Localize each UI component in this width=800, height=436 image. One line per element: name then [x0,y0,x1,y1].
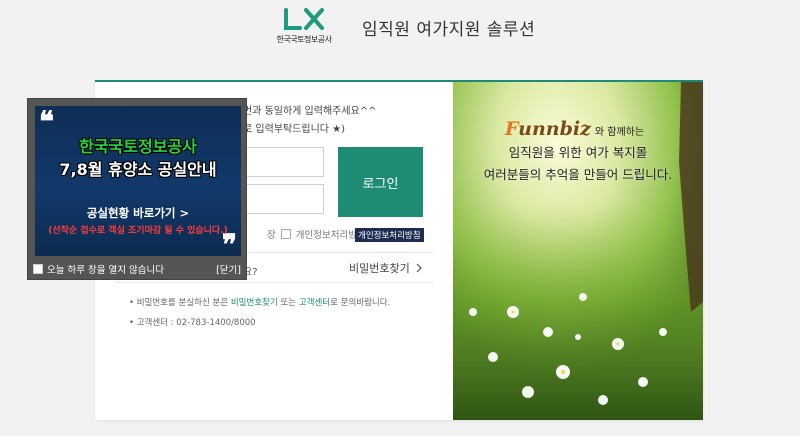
popup-title-1: 한국국토정보공사 [79,137,197,156]
privacy-checkbox[interactable] [280,229,291,239]
id-input[interactable] [242,147,324,177]
login-button[interactable]: 로그인 [338,147,423,217]
page-header: 한국국토정보공사 임직원 여가지원 솔루션 [0,0,800,60]
help-text-a: 비밀번호를 분실하신 분은 [136,298,231,308]
brand-initial: F [505,118,519,140]
privacy-policy-link[interactable]: 개인정보처리방침 [355,228,424,242]
popup-footer: 오늘 하루 창을 열지 않습니다 [닫기] [28,259,246,279]
help-customer-center-link[interactable]: 고객센터 [299,298,330,308]
page-title: 임직원 여가지원 솔루션 [362,20,536,40]
brand-rest: unnbiz [518,118,591,140]
logo-subtitle: 한국국토정보공사 [276,35,332,44]
dont-show-today[interactable]: 오늘 하루 창을 열지 않습니다 [33,262,164,276]
divider-bottom [115,282,433,283]
chevron-right-icon [416,263,422,273]
popup-close-button[interactable]: [닫기] [216,262,241,276]
lx-logo[interactable]: 한국국토정보공사 [268,8,340,48]
help-line-1: • 비밀번호를 분실하신 분은 비밀번호찾기 또는 고객센터로 문의바랍니다. [129,298,391,308]
help-find-password-link[interactable]: 비밀번호찾기 [231,298,278,308]
help-line-2: • 고객센터 : 02-783-1400/8000 [129,318,256,328]
find-password-link[interactable]: 비밀번호찾기 [349,260,422,276]
open-quote-icon: ❝ [39,106,55,138]
password-input[interactable] [242,184,324,214]
lx-logo-icon [284,8,324,30]
promo-line-2: 여러분들의 추억을 만들어 드립니다. [483,167,673,182]
promo-panel: Funnbiz 와 함께하는 임직원을 위한 여가 복지몰 여러분들의 추억을 … [453,82,703,420]
help-text-c: 로 문의바랍니다. [330,298,391,308]
dont-show-label: 오늘 하루 창을 열지 않습니다 [47,265,164,276]
find-password-label: 비밀번호찾기 [349,262,410,275]
dont-show-checkbox[interactable] [33,264,43,274]
help-text-b: 또는 [277,298,299,308]
login-note-line2: 로 입력부탁드립니다 ★) [243,124,346,135]
notice-popup: ❝ ❞ 한국국토정보공사 7,8월 휴양소 공실안내 공실현황 바로가기 > (… [27,98,247,280]
funnbiz-logo: Funnbiz [505,118,591,140]
check-label-a: 장 [267,230,276,241]
vacancy-status-link[interactable]: 공실현황 바로가기 > [35,205,241,221]
promo-line-1: 임직원을 위한 여가 복지몰 [508,145,648,160]
popup-title-2: 7,8월 휴양소 공실안내 [59,160,217,179]
popup-banner[interactable]: ❝ ❞ 한국국토정보공사 7,8월 휴양소 공실안내 공실현황 바로가기 > (… [35,106,241,256]
brand-with-text: 와 함께하는 [594,127,645,138]
funnbiz-brand: Funnbiz 와 함께하는 [505,118,644,140]
login-note-line1: 번과 동일하게 입력해주세요^^ [243,106,377,117]
help-phone: 고객센터 : 02-783-1400/8000 [136,318,256,328]
popup-warning: (선착순 접수로 객실 조기마감 될 수 있습니다.) [48,226,228,236]
